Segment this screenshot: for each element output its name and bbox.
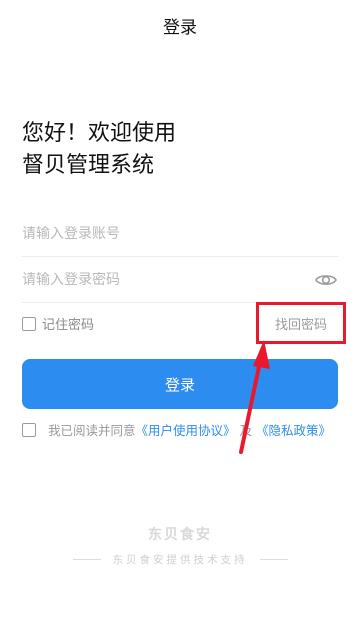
welcome-greeting: 您好！欢迎使用 督贝管理系统 [22,118,176,182]
eye-icon[interactable] [314,268,338,292]
greeting-line-1: 您好！欢迎使用 [22,121,177,146]
agreement-prefix: 我已阅读并同意 [48,423,136,438]
login-button[interactable]: 登录 [22,359,338,409]
footer-dash-right [259,559,288,560]
page-title: 登录 [163,17,197,38]
agreement-checkbox[interactable] [22,422,36,437]
greeting-line-2: 督贝管理系统 [22,153,155,178]
password-input[interactable] [22,272,302,288]
user-agreement-link[interactable]: 《用户使用协议》 [136,420,236,439]
title-bar: 登录 [0,0,360,50]
password-field [22,258,338,303]
footer-support: 东贝食安提供技术支持 [0,552,360,567]
footer-dash-left [72,559,101,560]
account-field [22,212,338,257]
brand-logo: 东贝食安 [148,527,212,543]
remember-checkbox[interactable] [22,316,36,331]
remember-password-label: 记住密码 [42,318,95,333]
support-text: 东贝食安提供技术支持 [112,554,248,566]
remember-password[interactable]: 记住密码 [22,314,94,333]
account-input[interactable] [22,226,302,242]
agreement-row: 我已阅读并同意 《用户使用协议》 及 《隐私政策》 [22,420,331,439]
forgot-password-link[interactable]: 找回密码 [258,305,344,341]
privacy-policy-link[interactable]: 《隐私政策》 [256,420,331,439]
agreement-and: 及 [239,423,253,438]
